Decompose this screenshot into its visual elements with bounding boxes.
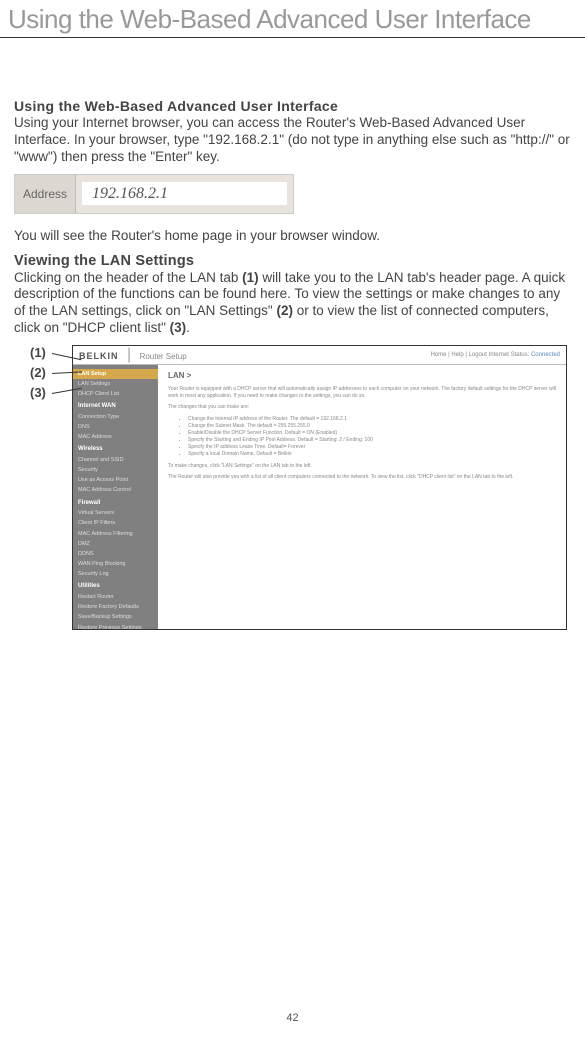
section1-heading: Using the Web-Based Advanced User Interf… xyxy=(14,98,571,114)
router-logo-sub: Router Setup xyxy=(140,352,187,361)
page-number: 42 xyxy=(0,1012,585,1024)
router-breadcrumb: LAN > xyxy=(168,371,556,380)
nav-rfd[interactable]: Restore Factory Defaults xyxy=(73,603,158,613)
router-main: LAN > Your Router is equipped with a DHC… xyxy=(158,365,566,630)
bullet: Specify a local Domain Name. Default = B… xyxy=(188,451,556,458)
router-logo-area: BELKIN | Router Setup xyxy=(79,346,187,364)
nav-uap[interactable]: Use as Access Point xyxy=(73,476,158,486)
nav-seclog[interactable]: Security Log xyxy=(73,570,158,580)
logo-separator: | xyxy=(127,346,131,363)
nav-wanping[interactable]: WAN Ping Blocking xyxy=(73,560,158,570)
router-intro: Your Router is equipped with a DHCP serv… xyxy=(168,386,556,399)
nav-utilities[interactable]: Utilities xyxy=(73,582,158,593)
callout-3: (3) xyxy=(30,385,46,400)
bullet: Change the Subnet Mask. The default = 25… xyxy=(188,423,556,430)
nav-internet-wan[interactable]: Internet WAN xyxy=(73,401,158,412)
router-header: BELKIN | Router Setup Home | Help | Logo… xyxy=(73,346,566,365)
nav-mac[interactable]: MAC Address xyxy=(73,433,158,443)
bold-ref-3: (3) xyxy=(170,320,187,335)
nav-security-w[interactable]: Security xyxy=(73,466,158,476)
text: Clicking on the header of the LAN tab xyxy=(14,270,242,285)
nav-rr[interactable]: Restart Router xyxy=(73,593,158,603)
bullet: Enable/Disable the DHCP Server Function.… xyxy=(188,430,556,437)
section1-body: Using your Internet browser, you can acc… xyxy=(14,115,571,166)
header-links: Home | Help | Logout Internet Status: xyxy=(430,352,531,358)
bullet: Specify the Starting and Ending IP Pool … xyxy=(188,437,556,444)
nav-lan-settings[interactable]: LAN Settings xyxy=(73,379,158,389)
router-sidebar: LAN Setup LAN Settings DHCP Client List … xyxy=(73,365,158,630)
nav-macf[interactable]: MAC Address Filtering xyxy=(73,529,158,539)
page-title: Using the Web-Based Advanced User Interf… xyxy=(0,0,585,38)
content: Using the Web-Based Advanced User Interf… xyxy=(0,38,585,630)
callout-1: (1) xyxy=(30,345,46,360)
router-header-right: Home | Help | Logout Internet Status: Co… xyxy=(430,352,560,358)
router-logo: BELKIN xyxy=(79,351,119,361)
nav-ddns[interactable]: DDNS xyxy=(73,549,158,559)
section2-heading: Viewing the LAN Settings xyxy=(14,253,571,269)
address-bar-label: Address xyxy=(15,175,76,213)
bullet: Change the Internal IP address of the Ro… xyxy=(188,416,556,423)
router-changes-label: The changes that you can make are: xyxy=(168,404,556,411)
router-body: LAN Setup LAN Settings DHCP Client List … xyxy=(73,365,566,630)
nav-dmz[interactable]: DMZ xyxy=(73,539,158,549)
screenshot-wrap: (1) (2) (3) BELKIN | Router Setup Home |… xyxy=(14,345,571,630)
nav-channel[interactable]: Channel and SSID xyxy=(73,455,158,465)
nav-rps[interactable]: Restore Previous Settings xyxy=(73,623,158,630)
nav-mac-ctrl[interactable]: MAC Address Control xyxy=(73,486,158,496)
nav-dns[interactable]: DNS xyxy=(73,422,158,432)
bold-ref-2: (2) xyxy=(276,303,293,318)
router-screenshot: BELKIN | Router Setup Home | Help | Logo… xyxy=(72,345,567,630)
section2-body: Clicking on the header of the LAN tab (1… xyxy=(14,270,571,338)
text: . xyxy=(186,320,190,335)
nav-dhcp-client[interactable]: DHCP Client List xyxy=(73,389,158,399)
address-bar-value: 192.168.2.1 xyxy=(82,182,287,205)
router-bullets: Change the Internal IP address of the Ro… xyxy=(188,416,556,458)
nav-wireless[interactable]: Wireless xyxy=(73,445,158,456)
router-para2: To make changes, click "LAN Settings" on… xyxy=(168,463,556,470)
nav-vs[interactable]: Virtual Servers xyxy=(73,509,158,519)
nav-sbs[interactable]: Save/Backup Settings xyxy=(73,613,158,623)
nav-firewall[interactable]: Firewall xyxy=(73,498,158,509)
bold-ref-1: (1) xyxy=(242,270,259,285)
internet-status-value: Connected xyxy=(531,352,560,358)
section1-body2: You will see the Router's home page in y… xyxy=(14,228,571,245)
nav-cip[interactable]: Client IP Filters xyxy=(73,519,158,529)
callout-2: (2) xyxy=(30,365,46,380)
nav-conn-type[interactable]: Connection Type xyxy=(73,412,158,422)
router-para3: The Router will also provide you with a … xyxy=(168,474,556,481)
bullet: Specify the IP address Lease Time. Defau… xyxy=(188,444,556,451)
address-bar-screenshot: Address 192.168.2.1 xyxy=(14,174,294,214)
nav-lan-setup[interactable]: LAN Setup xyxy=(73,369,158,379)
